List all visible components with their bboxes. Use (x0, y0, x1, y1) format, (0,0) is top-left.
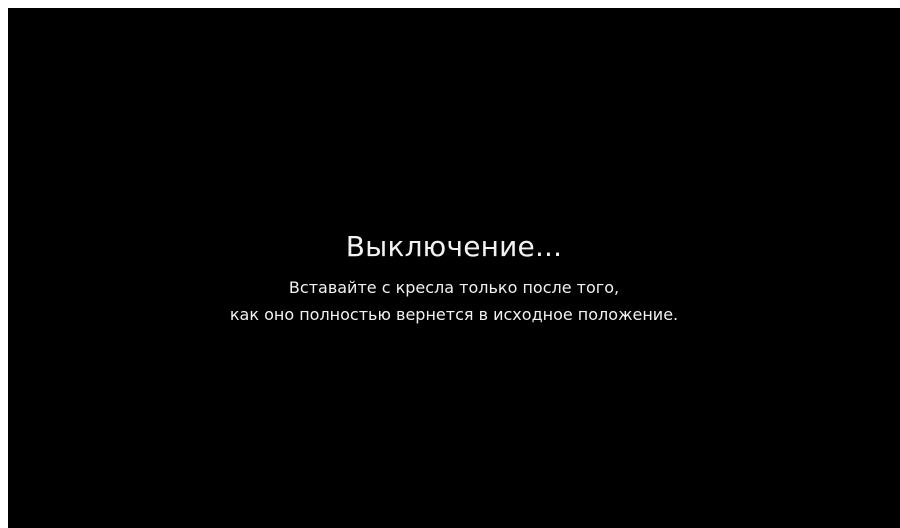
shutdown-title: Выключение... (345, 230, 563, 263)
window-frame: Выключение... Вставайте с кресла только … (0, 0, 900, 528)
instruction-line-1: Вставайте с кресла только после того, (288, 278, 620, 297)
shutdown-screen: Выключение... Вставайте с кресла только … (8, 8, 900, 528)
shutdown-message: Выключение... Вставайте с кресла только … (8, 230, 900, 328)
instruction-line-2: как оно полностью вернется в исходное по… (229, 305, 679, 324)
